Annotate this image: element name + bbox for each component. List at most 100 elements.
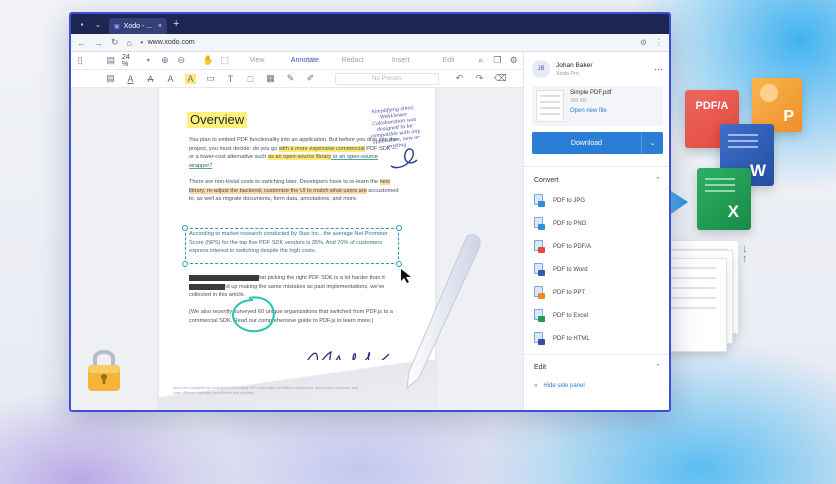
undo-icon[interactable]: ↶: [454, 73, 465, 84]
sidebar-toggle-icon[interactable]: ▯: [75, 55, 85, 66]
page-view-icon[interactable]: ▤: [105, 73, 116, 84]
close-tab-icon[interactable]: ×: [158, 23, 162, 30]
document-viewer[interactable]: Overview Simplifying since, WebViewer Co…: [71, 88, 523, 410]
page-heading: Overview: [187, 112, 248, 128]
file-size: 300 KB: [570, 98, 587, 104]
zoom-in-icon[interactable]: ⊕: [160, 55, 170, 66]
strikeout-text-icon[interactable]: A: [145, 74, 156, 84]
lock-small-icon: ●: [139, 39, 144, 46]
gear-icon[interactable]: ⚙: [508, 55, 518, 66]
forward-icon[interactable]: →: [94, 38, 103, 48]
convert-item-label: PDF to Excel: [553, 312, 589, 319]
pen-icon[interactable]: ✎: [285, 73, 296, 84]
redo-icon[interactable]: ↷: [474, 73, 485, 84]
window-menu-icon[interactable]: ▪: [77, 20, 87, 29]
tab-list-chevron-icon[interactable]: ⌄: [93, 20, 103, 29]
convert-item[interactable]: PDF to PPT: [534, 281, 661, 304]
highlight-text-icon[interactable]: A: [185, 73, 196, 84]
download-options-icon[interactable]: ⌄: [641, 132, 663, 154]
convert-item[interactable]: PDF to Word: [534, 258, 661, 281]
underline-text-icon[interactable]: A: [125, 74, 136, 84]
url-field[interactable]: ● www.xodo.com: [140, 39, 195, 46]
image-icon[interactable]: ▦: [265, 73, 276, 84]
file-convert-icon: [534, 332, 545, 345]
convert-item[interactable]: PDF to PNG: [534, 212, 661, 235]
stylus-pen-icon: [406, 234, 481, 390]
tab-redact[interactable]: Redact: [332, 57, 374, 64]
zoom-level[interactable]: 24 %: [122, 54, 137, 68]
circle-annotation[interactable]: [229, 292, 281, 336]
paragraph-1: You plan to embed PDF functionality into…: [189, 137, 398, 169]
convert-item[interactable]: PDF to PDF/A: [534, 235, 661, 258]
convert-title: Convert: [534, 176, 559, 184]
file-thumbnail: [536, 90, 564, 122]
download-button[interactable]: Download: [532, 132, 641, 154]
redaction-mark[interactable]: [189, 284, 225, 290]
tab-insert[interactable]: Insert: [380, 57, 422, 64]
browser-menu-icon[interactable]: ⋮: [655, 38, 663, 47]
paragraph-5: (We also recently surveyed 60 unique org…: [189, 309, 393, 324]
file-name: Simple PDF.pdf: [570, 90, 612, 96]
page-icon[interactable]: ▤: [105, 55, 115, 66]
marquee-select-icon[interactable]: ⬚: [220, 55, 230, 66]
tab-view[interactable]: View: [236, 57, 278, 64]
avatar[interactable]: JB: [532, 60, 550, 78]
file-convert-icon: [534, 286, 545, 299]
swap-arrows-icon: ↓ ↑: [742, 243, 748, 265]
eraser-icon[interactable]: ⌫: [494, 73, 507, 84]
browser-window: ▪ ⌄ ▣ Xodo - ... × + ← → ↻ ⌂ ● www.xodo.…: [69, 12, 671, 412]
free-text-icon[interactable]: T: [225, 74, 236, 84]
convert-item-label: PDF to Word: [553, 266, 588, 273]
highlighter-icon[interactable]: ✐: [305, 73, 316, 84]
ink-annotation[interactable]: [387, 142, 421, 172]
chevron-up-icon[interactable]: ⌃: [655, 176, 661, 184]
chevron-up-icon[interactable]: ⌃: [655, 363, 661, 371]
resize-handle[interactable]: [182, 225, 188, 231]
file-convert-icon: [534, 217, 545, 230]
resize-handle[interactable]: [182, 261, 188, 267]
pan-hand-icon[interactable]: ✋: [203, 55, 214, 66]
tab-title: Xodo - ...: [123, 22, 153, 30]
file-card: Simple PDF.pdf 300 KB Open new file: [532, 86, 663, 126]
search-icon[interactable]: ⌕: [476, 55, 486, 66]
convert-item-label: PDF to JPG: [553, 197, 586, 204]
convert-section-header[interactable]: Convert ⌃: [524, 171, 669, 189]
browser-tab[interactable]: ▣ Xodo - ... ×: [109, 18, 167, 34]
convert-item[interactable]: PDF to JPG: [534, 189, 661, 212]
tab-favicon-icon: ▣: [114, 23, 120, 30]
rectangle-icon[interactable]: □: [245, 74, 256, 84]
redaction-mark[interactable]: [189, 275, 259, 281]
selection-box[interactable]: [182, 225, 402, 267]
zoom-dropdown-icon[interactable]: ▾: [143, 57, 153, 64]
side-panel: JB Johan Baker Xodo Pro ⋯ Simple PDF.pdf…: [523, 52, 669, 410]
home-icon[interactable]: ⌂: [127, 38, 132, 48]
edit-section-header[interactable]: Edit ⌃: [524, 359, 669, 375]
padlock-icon: [88, 350, 120, 391]
file-convert-icon: [534, 309, 545, 322]
convert-item[interactable]: PDF to Excel: [534, 304, 661, 327]
new-tab-icon[interactable]: +: [173, 18, 179, 30]
main-toolbar: ▯ ▤ 24 % ▾ ⊕ ⊖ ✋ ⬚ View Annotate Redact …: [71, 52, 523, 70]
comments-icon[interactable]: ❐: [492, 55, 502, 66]
squiggly-text-icon[interactable]: A: [165, 74, 176, 84]
tab-annotate[interactable]: Annotate: [284, 57, 326, 64]
annotation-toolbar: ▤ A A A A ▭ T □ ▦ ✎ ✐ No Presets ↶ ↷ ⌫: [71, 70, 523, 88]
settings-icon[interactable]: ⚙: [640, 38, 647, 47]
convert-item-label: PDF to HTML: [553, 335, 590, 342]
comment-icon[interactable]: ▭: [205, 73, 216, 84]
back-icon[interactable]: ←: [77, 38, 86, 48]
hide-side-panel-button[interactable]: » Hide side panel: [524, 383, 669, 389]
user-info: JB Johan Baker Xodo Pro ⋯: [524, 52, 669, 78]
more-options-icon[interactable]: ⋯: [654, 64, 663, 75]
convert-item[interactable]: PDF to HTML: [534, 327, 661, 350]
presets-dropdown[interactable]: No Presets: [335, 72, 439, 85]
convert-item-label: PDF to PNG: [553, 220, 587, 227]
open-new-file-link[interactable]: Open new file: [570, 108, 611, 114]
convert-item-label: PDF to PDF/A: [553, 243, 592, 250]
zoom-out-icon[interactable]: ⊖: [176, 55, 186, 66]
user-name: Johan Baker: [556, 61, 593, 69]
url-text: www.xodo.com: [147, 39, 195, 46]
page-footer: Above are companies we reviewed for embe…: [173, 386, 359, 395]
tab-edit[interactable]: Edit: [428, 57, 470, 64]
reload-icon[interactable]: ↻: [111, 37, 119, 48]
